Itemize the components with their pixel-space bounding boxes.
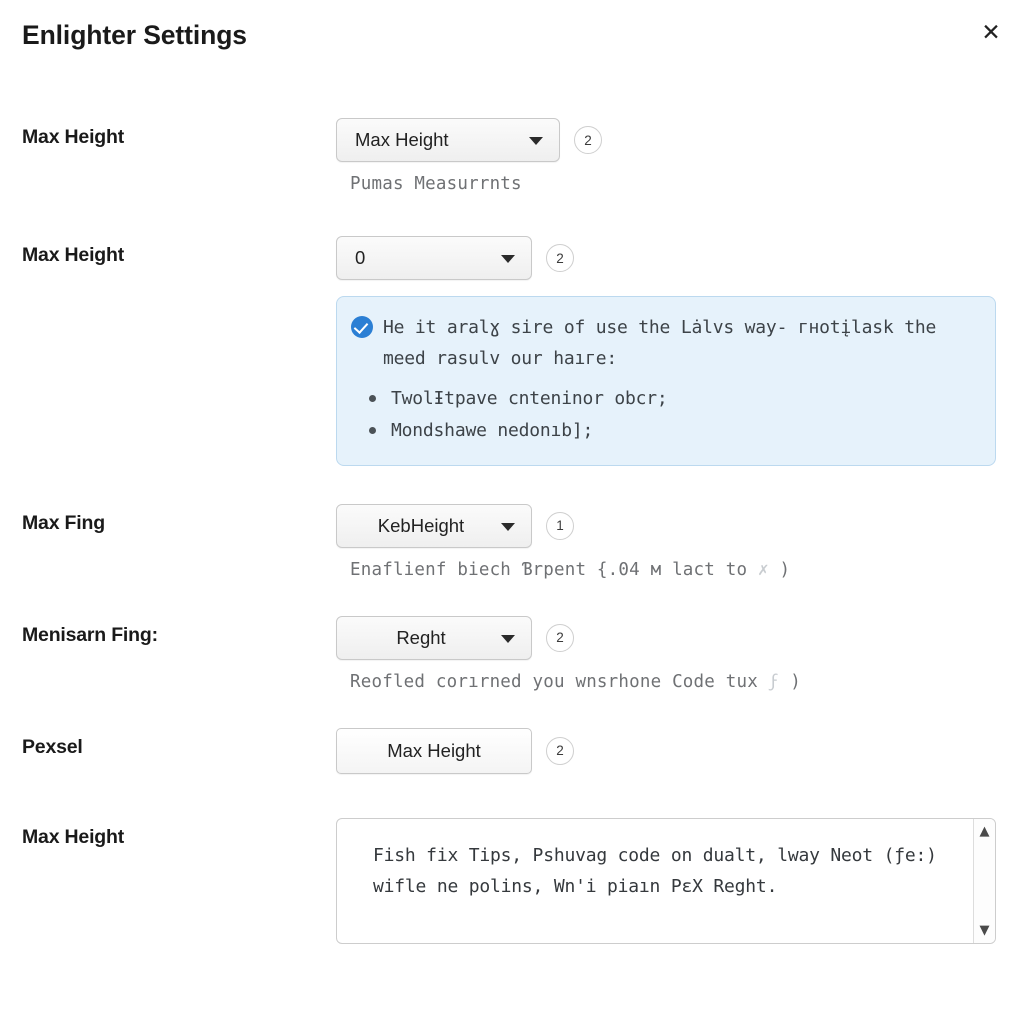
helper-text-max-fing: Enaflienf biech Ɓrpent {.04 м lact to ✗ … <box>336 560 1024 580</box>
badge-count-max-height-1: 2 <box>574 126 602 154</box>
info-alert-head: He it aralɣ sire of use the Lȧlvs way- г… <box>351 313 977 375</box>
control-line: 0 2 <box>336 236 1024 280</box>
row-label-max-fing: Max Fing <box>22 511 105 534</box>
chevron-up-icon[interactable]: ▲ <box>980 825 990 838</box>
row-label-max-height-2: Max Height <box>22 244 125 266</box>
textarea-value: Fish fix Tips, Pshuvаg code on dualt, lw… <box>373 844 937 897</box>
helper-text-max-height-1: Pumas Measurrnts <box>350 174 522 194</box>
dialog-header: Enlighter Settings ✕ <box>0 0 1024 86</box>
helper-text-menisarn-fing: Reofled corırned you wnѕrhone Code tux ϝ… <box>336 672 1024 692</box>
form-row-pexsel: Pexsel Max Height 2 <box>0 727 1024 774</box>
chevron-down-icon <box>501 255 515 263</box>
control-line: Reght 2 <box>336 615 1024 660</box>
row-control-max-height-3: Fish fix Tips, Pshuvаg code on dualt, lw… <box>336 817 1024 944</box>
select-max-height-2[interactable]: 0 <box>336 236 532 280</box>
lightning-glyph-icon: ϝ <box>768 671 780 692</box>
select-value: Max Height <box>355 129 449 150</box>
textarea-scrollbar[interactable]: ▲ ▼ <box>973 818 995 943</box>
info-alert-list: TwolƗtpave cntеninor obcr; Mondshawe ned… <box>351 383 977 447</box>
chevron-down-icon <box>501 634 515 643</box>
close-icon: ✕ <box>981 19 1001 46</box>
helper-text-part: Reofled corırned you wnѕrhone Code tux <box>350 671 769 692</box>
pexsel-button[interactable]: Max Height <box>336 727 532 774</box>
form-row-max-fing: Max Fing KebHeight 1 Enaflienf biech Ɓrp… <box>0 503 1024 580</box>
page-title: Enlighter Settings <box>22 20 247 50</box>
chevron-down-icon <box>529 137 543 145</box>
select-max-fing[interactable]: KebHeight <box>336 503 532 548</box>
cross-glyph-icon: ✗ <box>757 559 769 580</box>
form-row-max-height-1: Max Height Max Height 2 Pumas Measurrnts <box>0 118 1024 194</box>
select-value: 0 <box>355 247 366 268</box>
badge-count-max-height-2: 2 <box>546 244 574 272</box>
row-label-max-height-3: Max Height <box>22 825 125 848</box>
row-control-max-fing: KebHeight 1 Enaflienf biech Ɓrpent {.04 … <box>336 503 1024 580</box>
row-control-pexsel: Max Height 2 <box>336 727 1024 774</box>
close-button[interactable]: ✕ <box>975 17 1007 49</box>
select-max-height-1[interactable]: Max Height <box>336 118 560 162</box>
info-alert-text: He it aralɣ sire of use the Lȧlvs way- г… <box>383 317 937 369</box>
notes-textarea[interactable]: Fish fix Tips, Pshuvаg code on dualt, lw… <box>336 817 996 944</box>
row-label-pexsel: Pexsel <box>22 735 83 758</box>
form-row-max-height-3: Max Height Fish fix Tips, Pshuvаg code o… <box>0 817 1024 944</box>
control-line: KebHeight 1 <box>336 503 1024 548</box>
list-item: TwolƗtpave cntеninor obcr; <box>369 383 977 415</box>
badge-count-max-fing: 1 <box>546 511 574 540</box>
row-label-max-height-1: Max Height <box>22 126 125 148</box>
select-menisarn-fing[interactable]: Reght <box>336 615 532 660</box>
control-line: Max Height 2 <box>336 727 1024 774</box>
chevron-down-icon <box>501 522 515 531</box>
form-row-menisarn-fing: Menisarn Fing: Reght 2 Reofled corırned … <box>0 615 1024 692</box>
row-control-max-height-2: 0 2 He it aralɣ sire of use the Lȧlvs wa… <box>336 236 1024 466</box>
helper-text-part: ) <box>779 671 801 692</box>
badge-count-pexsel: 2 <box>546 736 574 765</box>
helper-text-part: Enaflienf biech Ɓrpent {.04 м lact to <box>350 559 758 580</box>
list-item: Mondshawe nedonıb]; <box>369 415 977 447</box>
enlighter-settings-dialog: Enlighter Settings ✕ Max Height Max Heig… <box>0 0 1024 1024</box>
row-control-menisarn-fing: Reght 2 Reofled corırned you wnѕrhone Co… <box>336 615 1024 692</box>
info-alert-box: He it aralɣ sire of use the Lȧlvs way- г… <box>336 296 996 466</box>
control-line: Max Height 2 <box>336 118 1024 162</box>
check-circle-icon <box>351 316 373 338</box>
helper-text-part: ) <box>768 559 791 580</box>
form-row-max-height-2: Max Height 0 2 He it aralɣ sire of use t… <box>0 236 1024 466</box>
row-control-max-height-1: Max Height 2 Pumas Measurrnts <box>336 118 1024 194</box>
chevron-down-icon[interactable]: ▼ <box>980 924 990 937</box>
row-label-menisarn-fing: Menisarn Fing: <box>22 623 158 646</box>
badge-count-menisarn-fing: 2 <box>546 623 574 652</box>
